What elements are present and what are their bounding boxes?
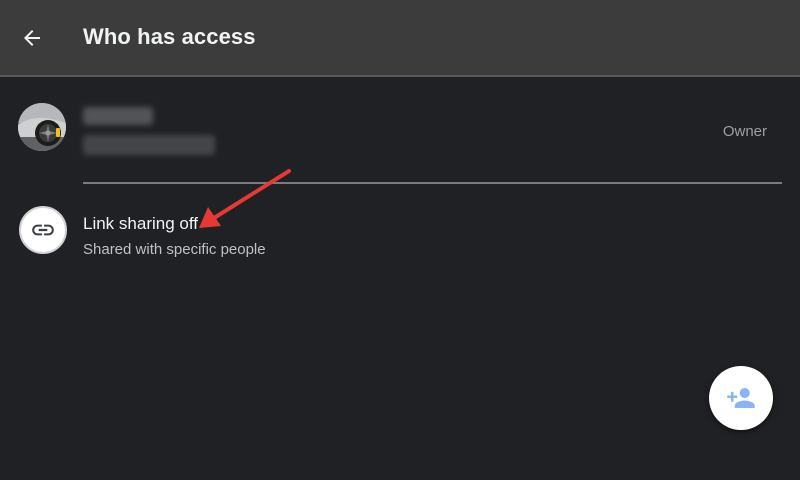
owner-row[interactable]: Owner [0,95,800,167]
link-sharing-title: Link sharing off [83,214,198,233]
page-title: Who has access [83,24,256,49]
link-icon [32,224,54,236]
link-icon-container [19,206,67,254]
link-sharing-row[interactable]: Link sharing off Shared with specific pe… [0,200,800,270]
owner-name-redacted [83,107,153,125]
back-button[interactable] [14,20,50,56]
divider [83,182,782,184]
profile-photo [18,103,66,151]
app-bar: Who has access [0,0,800,77]
link-sharing-subtitle: Shared with specific people [83,241,266,258]
owner-role-label: Owner [722,123,767,140]
avatar [18,103,66,151]
owner-email-redacted [83,135,215,155]
arrow-back-icon [24,30,40,46]
add-person-icon [727,388,755,408]
who-has-access-screen: Who has access Owner Link sharing off Sh… [0,0,800,480]
add-people-button[interactable] [709,366,773,430]
